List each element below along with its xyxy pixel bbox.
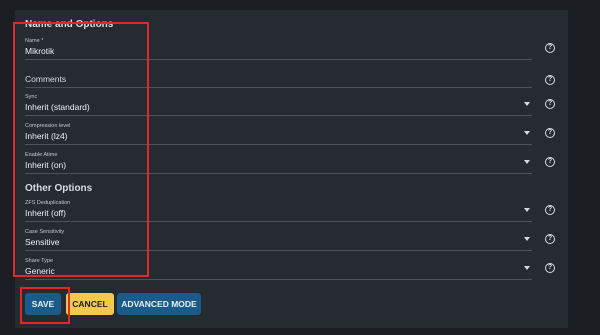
help-icon[interactable]: ?	[545, 157, 555, 167]
help-icon[interactable]: ?	[545, 234, 555, 244]
chevron-down-icon[interactable]	[524, 102, 530, 106]
chevron-down-icon[interactable]	[524, 208, 530, 212]
share-type-underline	[25, 279, 532, 280]
chevron-down-icon[interactable]	[524, 237, 530, 241]
help-icon[interactable]: ?	[545, 75, 555, 85]
advanced-mode-button[interactable]: ADVANCED MODE	[117, 293, 201, 315]
help-icon[interactable]: ?	[545, 205, 555, 215]
help-icon[interactable]: ?	[545, 128, 555, 138]
chevron-down-icon[interactable]	[524, 131, 530, 135]
annotation-highlight-save	[20, 287, 70, 324]
chevron-down-icon[interactable]	[524, 160, 530, 164]
help-icon[interactable]: ?	[545, 43, 555, 53]
chevron-down-icon[interactable]	[524, 266, 530, 270]
help-icon[interactable]: ?	[545, 263, 555, 273]
cancel-button[interactable]: CANCEL	[66, 293, 114, 315]
annotation-highlight-fields	[13, 22, 149, 277]
help-icon[interactable]: ?	[545, 99, 555, 109]
